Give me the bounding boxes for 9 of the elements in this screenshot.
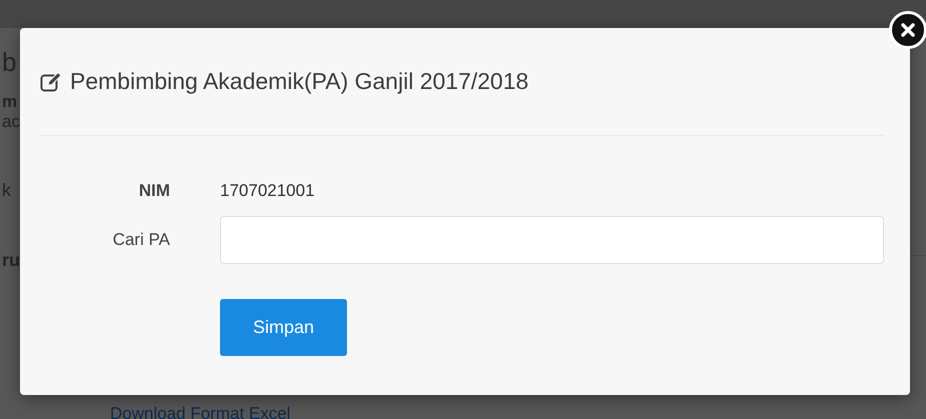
field-label: Cari PA — [112, 230, 170, 250]
download-link[interactable]: Download Format Excel — [110, 404, 290, 419]
field-value: 1707021001 — [220, 180, 316, 202]
dialog-title: Pembimbing Akademik(PA) Ganjil 2017/2018 — [70, 68, 529, 95]
search-field[interactable] — [220, 216, 884, 264]
field-label: NIM — [138, 181, 170, 201]
save-button[interactable]: Simpan — [220, 299, 347, 356]
edit-icon — [40, 70, 62, 92]
close-icon — [900, 22, 916, 38]
